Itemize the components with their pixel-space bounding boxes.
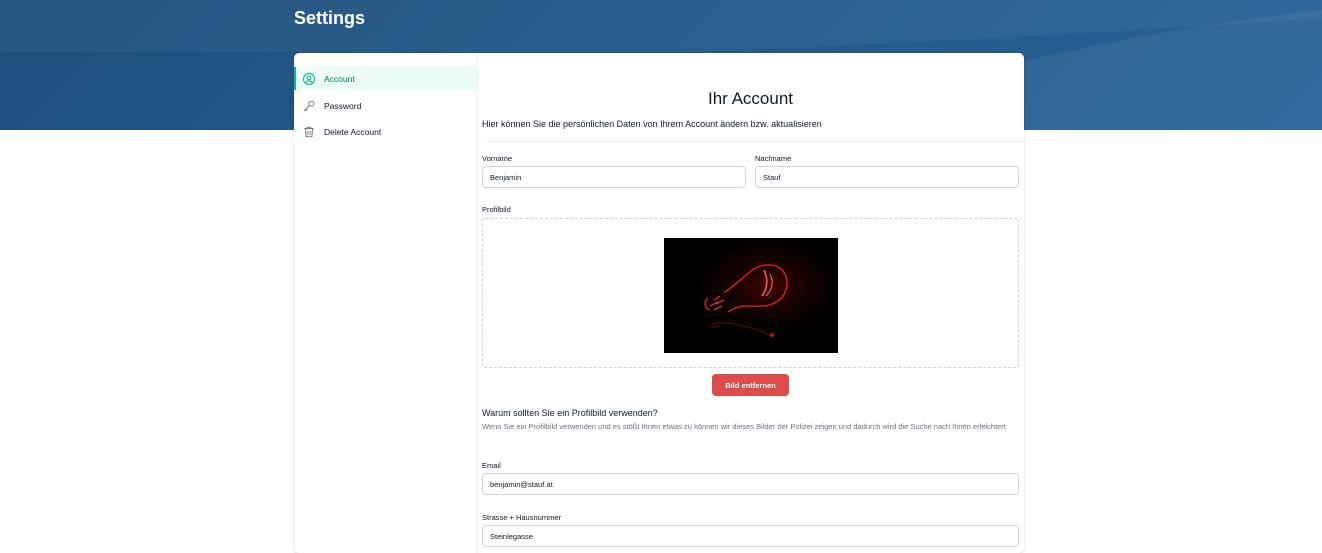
- sidebar-item-delete-account[interactable]: Delete Account: [294, 120, 477, 143]
- profile-picture-image: [664, 238, 838, 353]
- firstname-input[interactable]: Benjamin: [482, 166, 746, 188]
- section-title: Ihr Account: [707, 89, 794, 108]
- section-divider: [482, 141, 1024, 142]
- key-icon: [302, 99, 316, 113]
- email-label: Email: [482, 461, 501, 470]
- email-input[interactable]: benjamin@stauf.at: [482, 473, 1019, 495]
- firstname-label: Vorname: [482, 154, 513, 163]
- street-label: Strasse + Hausnummer: [482, 513, 561, 522]
- sidebar-item-label: Account: [324, 73, 355, 84]
- section-subtitle: Hier können Sie die persönlichen Daten v…: [482, 119, 822, 129]
- page-title: Settings: [294, 8, 366, 28]
- trash-icon: [302, 125, 316, 139]
- lastname-input[interactable]: Stauf: [755, 166, 1019, 188]
- profile-picture-dropzone[interactable]: [482, 218, 1019, 368]
- why-picture-title: Warum sollten Sie ein Profilbild verwend…: [482, 408, 658, 418]
- why-picture-text: Wenn Sie ein Profilbild verwenden und es…: [482, 422, 1006, 431]
- lastname-label: Nachname: [755, 154, 792, 163]
- settings-sidebar: Account Password Delete Account: [294, 53, 478, 553]
- sidebar-item-password[interactable]: Password: [294, 94, 477, 117]
- sidebar-item-account[interactable]: Account: [294, 67, 477, 90]
- sidebar-item-label: Delete Account: [324, 126, 382, 137]
- settings-card: Account Password Delete Account Ihr Acco…: [294, 53, 1024, 553]
- user-circle-icon: [302, 72, 316, 86]
- profile-picture-label: Profilbild: [482, 205, 511, 214]
- remove-picture-button[interactable]: Bild entfernen: [712, 374, 789, 396]
- sidebar-item-label: Password: [324, 100, 362, 111]
- street-input[interactable]: Steinlegasse: [482, 525, 1019, 547]
